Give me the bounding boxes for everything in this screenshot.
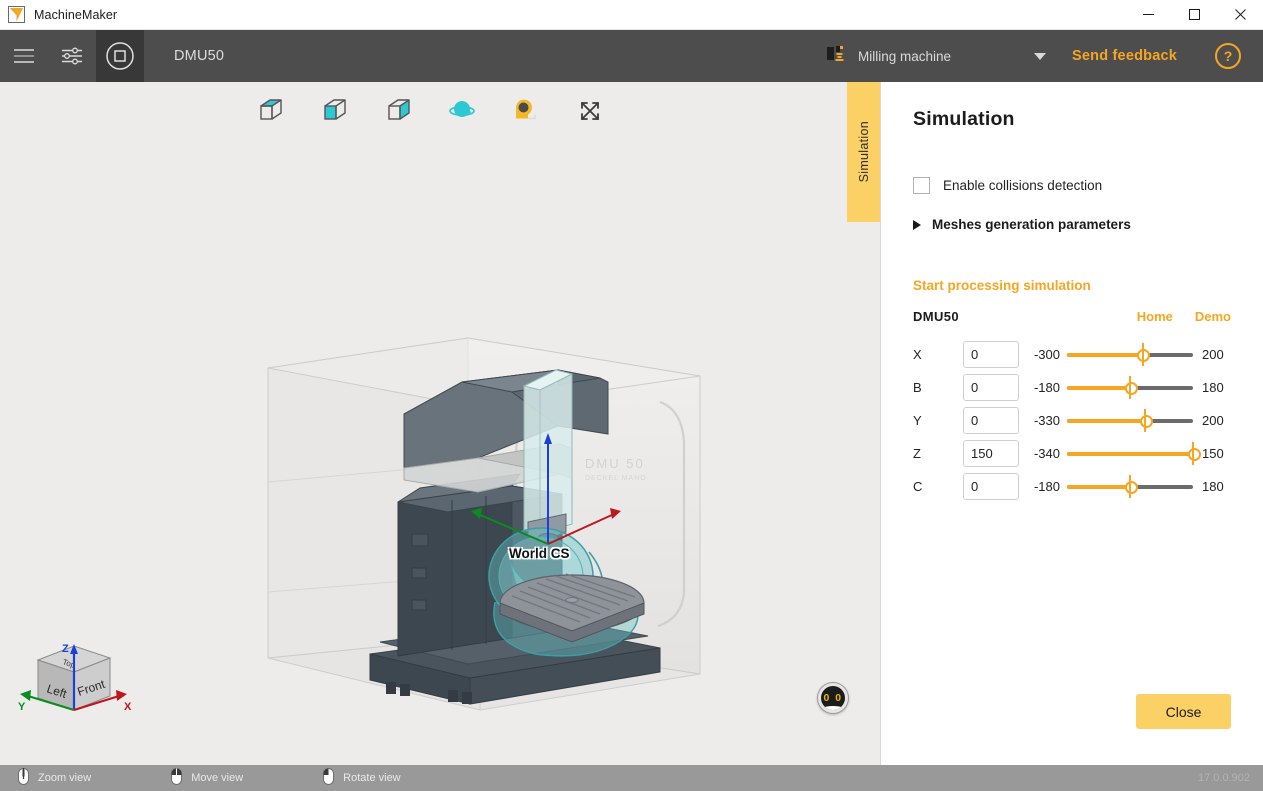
slider-thumb[interactable] [1137,341,1151,368]
svg-text:X: X [124,701,132,713]
svg-text:Z: Z [62,643,69,655]
view-position-badge-value: 0 0 [823,692,843,704]
slider-thumb[interactable] [1124,473,1138,500]
axis-row: C -180 180 [913,473,1231,500]
meshes-parameters-expander[interactable]: Meshes generation parameters [913,217,1231,232]
minimize-icon[interactable] [1125,0,1171,30]
status-label: Rotate view [343,772,401,784]
navigation-cube[interactable]: Left Front Top Z Y X [6,624,156,729]
machine-action-links: Home Demo [1137,309,1231,324]
home-link[interactable]: Home [1137,309,1173,324]
milling-machine-icon [825,43,847,70]
app-title: MachineMaker [34,7,118,22]
slider-fill [1067,451,1193,456]
status-bar: Zoom view Move view Rotate view 17.0.0.9… [0,765,1263,791]
axis-min-label: -180 [1033,479,1060,494]
simulation-panel: Simulation Enable collisions detection M… [880,82,1263,765]
slider-fill [1067,418,1146,423]
view-position-badge[interactable]: 0 0 [818,683,848,713]
close-button[interactable]: Close [1136,694,1231,729]
mouse-left-icon [323,768,335,788]
axis-row: X -300 200 [913,341,1231,368]
axis-controls: X -300 200 B -180 [913,341,1231,500]
axis-slider[interactable] [1067,341,1193,368]
app-header: DMU50 Milling machine Send feedback ? [0,30,1263,82]
window-controls [1125,0,1263,30]
application-window: MachineMaker DMU50 Milling machine Send … [0,0,1263,791]
axis-min-label: -300 [1033,347,1060,362]
slider-fill [1067,484,1130,489]
enable-collisions-label: Enable collisions detection [943,178,1103,193]
axis-value-input[interactable] [963,440,1019,467]
status-label: Zoom view [38,772,92,784]
axis-value-input[interactable] [963,407,1019,434]
axis-max-label: 180 [1202,380,1224,395]
chevron-down-icon[interactable] [1034,52,1047,60]
enable-collisions-checkbox[interactable] [913,177,930,194]
axis-max-label: 200 [1202,347,1224,362]
status-item-move-view: Move view [171,768,243,788]
axis-row: Z -340 150 [913,440,1231,467]
axis-value-input[interactable] [963,473,1019,500]
panel-footer: Close [1136,694,1231,729]
triangle-right-icon [913,219,921,230]
sliders-settings-icon[interactable] [48,30,96,82]
maximize-icon[interactable] [1171,0,1217,30]
axis-value-input[interactable] [963,374,1019,401]
axis-max-label: 180 [1202,479,1224,494]
meshes-parameters-label: Meshes generation parameters [932,217,1131,232]
status-item-rotate-view: Rotate view [323,768,401,788]
axis-label: X [913,347,922,362]
circle-square-icon[interactable] [96,30,144,82]
status-label: Move view [191,772,244,784]
axis-row: Y -330 200 [913,407,1231,434]
mouse-scroll-icon [18,768,29,788]
machine-type-selector[interactable]: Milling machine [825,43,1047,70]
slider-thumb[interactable] [1139,407,1153,434]
panel-title: Simulation [913,108,1015,130]
axis-slider[interactable] [1067,440,1201,467]
mouse-middle-icon [171,768,183,788]
axis-label: Y [913,413,922,428]
document-title: DMU50 [174,48,225,64]
axis-slider[interactable] [1067,407,1193,434]
slider-fill [1067,385,1130,390]
help-icon[interactable]: ? [1215,43,1241,69]
axis-slider[interactable] [1067,374,1193,401]
slider-thumb[interactable] [1124,374,1138,401]
axis-slider[interactable] [1067,473,1193,500]
title-bar: MachineMaker [0,0,1263,30]
machinemaker-logo-icon [8,6,25,23]
svg-text:Y: Y [18,701,26,713]
svg-text:DMU 50: DMU 50 [585,456,645,471]
version-label: 17.0.0.902 [1198,772,1250,784]
axis-label: B [913,380,922,395]
machine-row: DMU50 Home Demo [913,309,1231,324]
demo-link[interactable]: Demo [1195,309,1231,324]
panel-machine-name: DMU50 [913,309,960,324]
axis-row: B -180 180 [913,374,1231,401]
axis-min-label: -330 [1033,413,1060,428]
app-body: DMU 50 DECKEL MAHO World CS Left Front T… [0,82,1263,765]
axis-min-label: -340 [1033,446,1060,461]
axis-label: Z [913,446,921,461]
status-item-zoom-view: Zoom view [18,768,91,788]
slider-thumb[interactable] [1187,440,1201,467]
axis-label: C [913,479,923,494]
simulation-side-tab[interactable]: Simulation [847,82,880,222]
hamburger-menu-icon[interactable] [0,30,48,82]
enable-collisions-row[interactable]: Enable collisions detection [913,177,1231,194]
send-feedback-link[interactable]: Send feedback [1072,48,1177,64]
axis-min-label: -180 [1033,380,1060,395]
machine-type-label: Milling machine [858,48,952,64]
close-icon[interactable] [1217,0,1263,30]
3d-viewport[interactable]: DMU 50 DECKEL MAHO World CS Left Front T… [0,82,880,765]
svg-text:DECKEL MAHO: DECKEL MAHO [585,475,647,482]
title-bar-left: MachineMaker [0,6,117,23]
axis-value-input[interactable] [963,341,1019,368]
axis-max-label: 200 [1202,413,1224,428]
start-processing-simulation-link[interactable]: Start processing simulation [913,278,1231,293]
slider-fill [1067,352,1143,357]
simulation-side-tab-label: Simulation [856,121,871,183]
